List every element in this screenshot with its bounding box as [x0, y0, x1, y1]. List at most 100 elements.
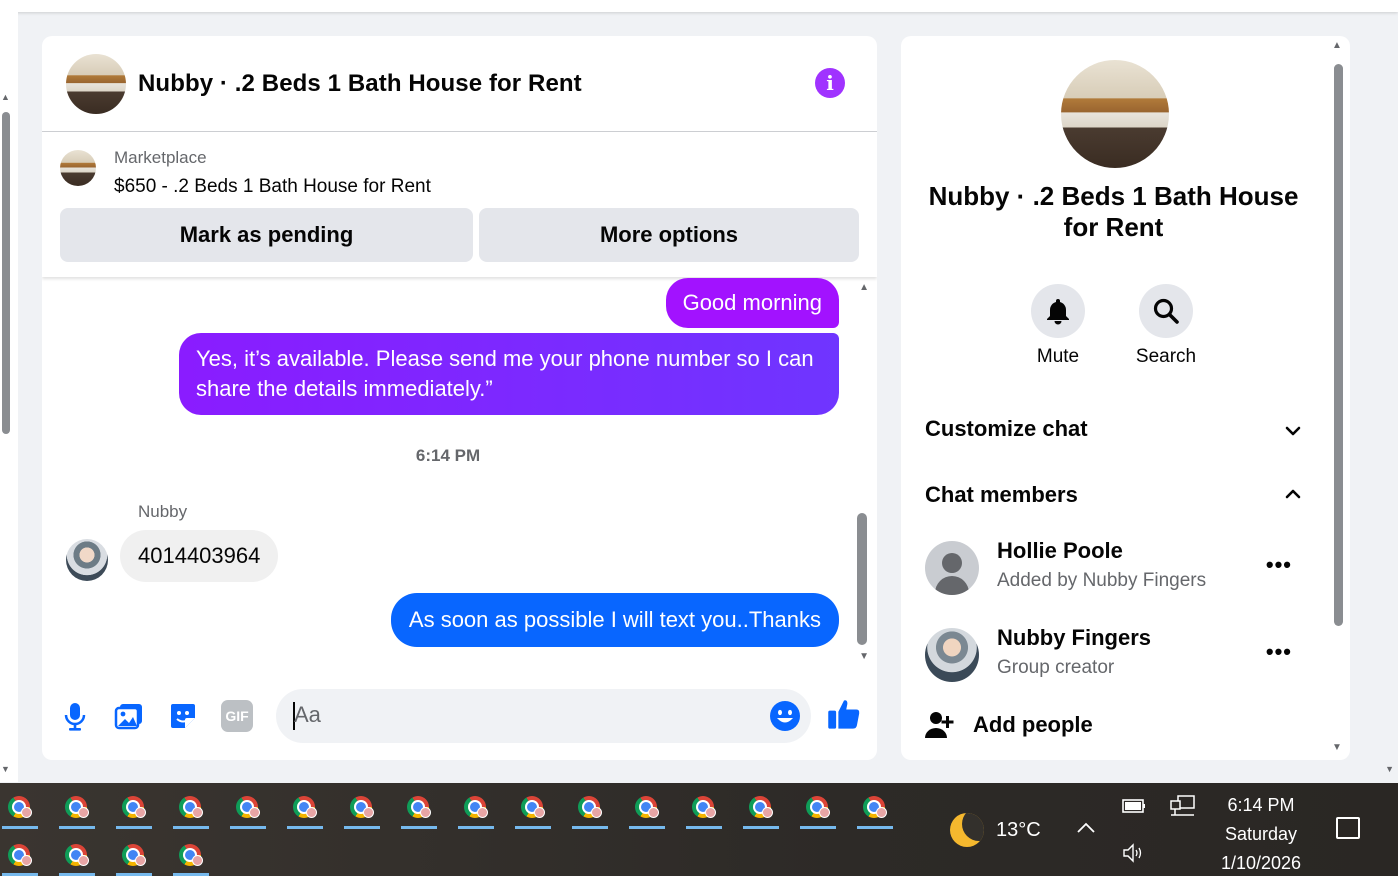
- search-action[interactable]: Search: [1126, 284, 1206, 368]
- info-icon[interactable]: i: [815, 68, 845, 98]
- chrome-icon[interactable]: [459, 791, 489, 821]
- profile-badge: [21, 855, 32, 866]
- chrome-icon[interactable]: [687, 791, 717, 821]
- chevron-up-icon[interactable]: [1076, 821, 1096, 835]
- info-avatar[interactable]: [1061, 60, 1169, 168]
- member-row[interactable]: Hollie Poole Added by Nubby Fingers •••: [925, 538, 1320, 598]
- member-row[interactable]: Nubby Fingers Group creator •••: [925, 625, 1320, 685]
- chrome-icon[interactable]: [117, 839, 147, 869]
- more-icon[interactable]: •••: [1266, 639, 1292, 665]
- messages-scrollbar-thumb[interactable]: [857, 513, 867, 645]
- profile-badge: [78, 855, 89, 866]
- profile-badge: [762, 807, 773, 818]
- info-scrollbar-thumb[interactable]: [1334, 64, 1343, 626]
- photo-icon[interactable]: [113, 700, 145, 732]
- chat-members-section[interactable]: Chat members: [925, 482, 1078, 508]
- chrome-icon[interactable]: [573, 791, 603, 821]
- incoming-message[interactable]: 4014403964: [120, 530, 279, 582]
- search-button[interactable]: [1139, 284, 1193, 338]
- member-avatar[interactable]: [925, 628, 979, 682]
- sender-avatar[interactable]: [66, 539, 108, 581]
- running-indicator: [173, 826, 209, 829]
- chrome-icon[interactable]: [516, 791, 546, 821]
- more-icon[interactable]: •••: [1266, 552, 1292, 578]
- chrome-icon[interactable]: [858, 791, 888, 821]
- info-scroll-up-icon[interactable]: ▲: [1332, 40, 1342, 51]
- add-people-label: Add people: [973, 712, 1093, 737]
- clock-time: 6:14 PM: [1227, 795, 1295, 815]
- message-input[interactable]: [294, 702, 744, 728]
- outgoing-message[interactable]: As soon as possible I will text you..Tha…: [390, 593, 839, 647]
- info-scroll-down-icon[interactable]: ▼: [1332, 742, 1342, 753]
- message-input-container[interactable]: [276, 689, 811, 743]
- profile-badge: [420, 807, 431, 818]
- chrome-icon[interactable]: [60, 791, 90, 821]
- messages-scroll-up-icon[interactable]: ▲: [859, 282, 869, 293]
- running-indicator: [344, 826, 380, 829]
- windows-taskbar: 13°C 6:14 PM Saturday 1/10/2026: [0, 783, 1398, 876]
- chrome-icon[interactable]: [801, 791, 831, 821]
- member-name[interactable]: Nubby Fingers: [997, 625, 1151, 651]
- network-icon[interactable]: [1170, 795, 1196, 817]
- scroll-up-arrow-icon[interactable]: ▲: [1, 92, 10, 102]
- member-avatar[interactable]: [925, 541, 979, 595]
- emoji-icon[interactable]: [769, 700, 801, 732]
- mute-button[interactable]: [1031, 284, 1085, 338]
- notification-icon[interactable]: [1336, 817, 1360, 839]
- search-label: Search: [1135, 346, 1197, 367]
- mute-action[interactable]: Mute: [1018, 284, 1098, 368]
- chrome-icon[interactable]: [231, 791, 261, 821]
- outgoing-message[interactable]: Yes, it’s available. Please send me your…: [179, 333, 839, 415]
- chat-title[interactable]: Nubby · .2 Beds 1 Bath House for Rent: [138, 70, 582, 98]
- chrome-icon[interactable]: [174, 791, 204, 821]
- volume-icon[interactable]: [1122, 843, 1146, 863]
- running-indicator: [2, 826, 38, 829]
- customize-chat-section[interactable]: Customize chat: [925, 416, 1088, 442]
- chrome-icon[interactable]: [345, 791, 375, 821]
- sticker-icon[interactable]: [167, 700, 199, 732]
- profile-badge: [591, 807, 602, 818]
- marketplace-banner: Marketplace $650 - .2 Beds 1 Bath House …: [42, 132, 877, 277]
- chrome-icon[interactable]: [744, 791, 774, 821]
- chevron-up-icon[interactable]: [1284, 485, 1302, 503]
- profile-badge: [477, 807, 488, 818]
- outgoing-message[interactable]: Good morning: [665, 278, 839, 328]
- profile-badge: [192, 807, 203, 818]
- system-clock[interactable]: 6:14 PM Saturday 1/10/2026: [1205, 791, 1317, 876]
- scroll-down-arrow-icon[interactable]: ▼: [1, 764, 10, 774]
- chat-avatar[interactable]: [66, 53, 126, 114]
- add-people-button[interactable]: Add people: [925, 710, 1093, 740]
- clock-date: 1/10/2026: [1220, 853, 1302, 873]
- listing-title[interactable]: $650 - .2 Beds 1 Bath House for Rent: [114, 176, 431, 198]
- chrome-icon[interactable]: [288, 791, 318, 821]
- chrome-icon[interactable]: [60, 839, 90, 869]
- chrome-icon[interactable]: [174, 839, 204, 869]
- microphone-icon[interactable]: [59, 700, 91, 732]
- weather-temperature: 13°C: [996, 818, 1041, 841]
- profile-badge: [135, 807, 146, 818]
- profile-badge: [819, 807, 830, 818]
- weather-widget[interactable]: 13°C: [950, 813, 1041, 847]
- running-indicator: [230, 826, 266, 829]
- messages-scroll-down-icon[interactable]: ▼: [859, 651, 869, 662]
- page-scroll-down-arrow-icon[interactable]: ▼: [1385, 764, 1394, 774]
- left-scrollbar[interactable]: ▲ ▼: [0, 12, 18, 782]
- listing-thumbnail[interactable]: [60, 150, 96, 186]
- thumbs-up-icon[interactable]: [826, 696, 862, 732]
- chrome-icon[interactable]: [402, 791, 432, 821]
- mark-as-pending-button[interactable]: Mark as pending: [60, 208, 473, 262]
- gif-icon[interactable]: GIF: [221, 700, 253, 732]
- profile-badge: [705, 807, 716, 818]
- message-timestamp: 6:14 PM: [415, 446, 481, 465]
- scrollbar-thumb[interactable]: [2, 112, 10, 434]
- chevron-down-icon[interactable]: [1284, 422, 1302, 440]
- chrome-icon[interactable]: [630, 791, 660, 821]
- chat-window: Nubby · .2 Beds 1 Bath House for Rent i …: [42, 36, 877, 760]
- member-name[interactable]: Hollie Poole: [997, 538, 1123, 564]
- chrome-icon[interactable]: [117, 791, 147, 821]
- more-options-button[interactable]: More options: [479, 208, 859, 262]
- sender-name: Nubby: [138, 502, 188, 521]
- chrome-icon[interactable]: [3, 839, 33, 869]
- chrome-icon[interactable]: [3, 791, 33, 821]
- battery-icon[interactable]: [1122, 798, 1146, 814]
